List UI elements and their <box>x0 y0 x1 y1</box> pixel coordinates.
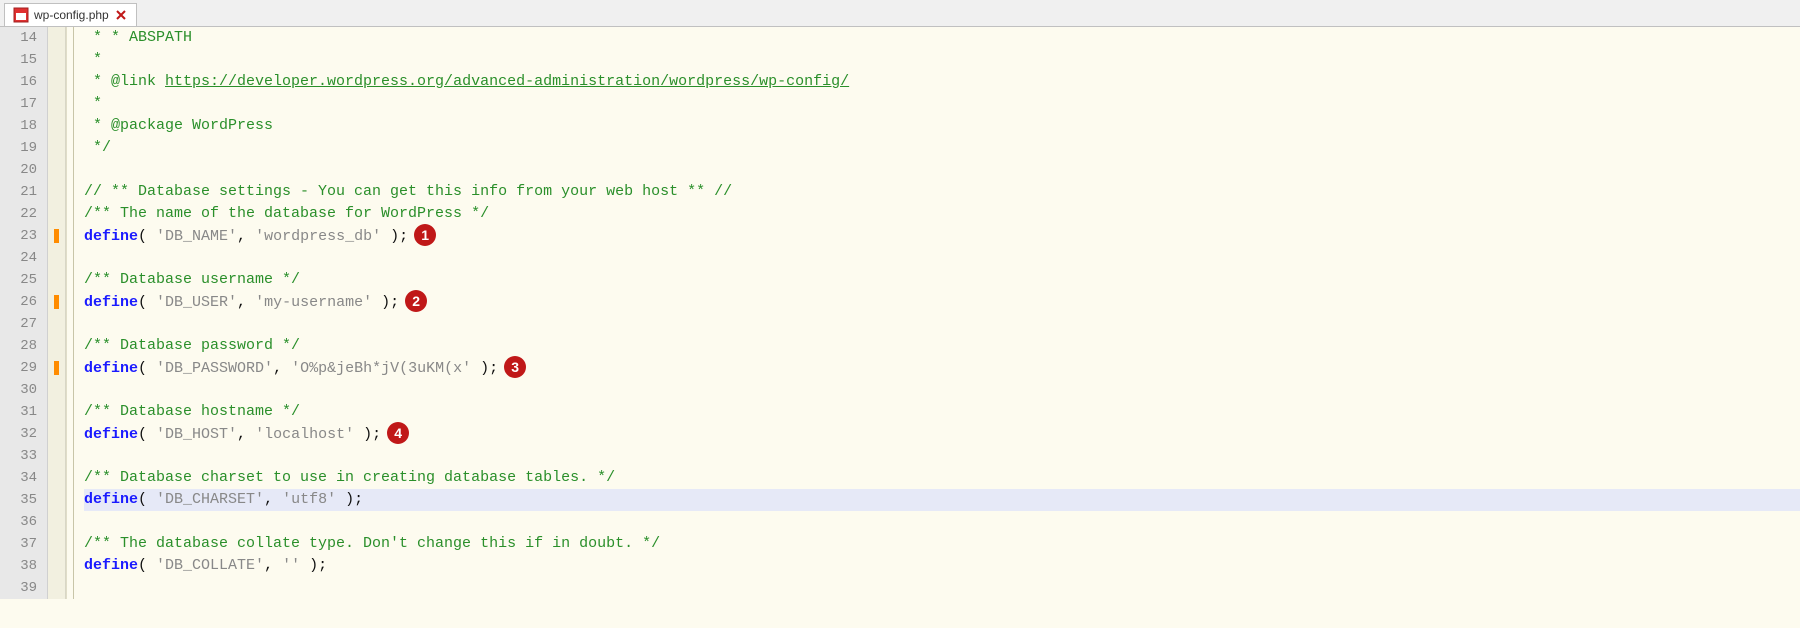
code-text: // ** Database settings - You can get th… <box>84 183 732 200</box>
file-tab[interactable]: wp-config.php <box>4 3 137 26</box>
string: 'utf8' <box>282 491 336 508</box>
file-tab-label: wp-config.php <box>34 8 109 22</box>
code-area[interactable]: * * ABSPATH * * @link https://developer.… <box>80 27 1800 599</box>
code-editor[interactable]: 14 15 16 17 18 19 20 21 22 23 24 25 26 2… <box>0 27 1800 599</box>
line-number: 27 <box>16 313 37 335</box>
string: 'O%p&jeBh*jV(3uKM(x' <box>291 360 471 377</box>
line-number: 17 <box>16 93 37 115</box>
code-text: /** Database password */ <box>84 337 300 354</box>
code-text: * <box>84 51 102 68</box>
code-text: /** Database charset to use in creating … <box>84 469 615 486</box>
annotation-badge: 2 <box>405 290 427 312</box>
keyword: define <box>84 557 138 574</box>
keyword: define <box>84 294 138 311</box>
string: 'localhost' <box>255 426 354 443</box>
line-number: 33 <box>16 445 37 467</box>
keyword: define <box>84 491 138 508</box>
code-text: * <box>84 95 102 112</box>
string: 'wordpress_db' <box>255 228 381 245</box>
line-number: 16 <box>16 71 37 93</box>
string: 'DB_PASSWORD' <box>156 360 273 377</box>
line-number: 30 <box>16 379 37 401</box>
line-number: 35 <box>16 489 37 511</box>
change-marker-gutter <box>48 27 66 599</box>
line-number: 18 <box>16 115 37 137</box>
annotation-badge: 3 <box>504 356 526 378</box>
tab-bar: wp-config.php <box>0 0 1800 27</box>
close-icon[interactable] <box>114 8 128 22</box>
line-number: 26 <box>16 291 37 313</box>
line-number: 29 <box>16 357 37 379</box>
string: 'DB_CHARSET' <box>156 491 264 508</box>
change-marker-icon <box>54 361 59 375</box>
line-number: 22 <box>16 203 37 225</box>
change-marker-icon <box>54 295 59 309</box>
code-text: */ <box>84 139 111 156</box>
code-text: * @link <box>84 73 165 90</box>
line-number: 31 <box>16 401 37 423</box>
keyword: define <box>84 228 138 245</box>
code-text: * @package WordPress <box>84 117 273 134</box>
change-marker-icon <box>54 229 59 243</box>
line-number: 15 <box>16 49 37 71</box>
line-number: 34 <box>16 467 37 489</box>
code-text: /** The database collate type. Don't cha… <box>84 535 660 552</box>
line-number: 21 <box>16 181 37 203</box>
line-number: 19 <box>16 137 37 159</box>
code-text: /** Database hostname */ <box>84 403 300 420</box>
annotation-badge: 4 <box>387 422 409 444</box>
string: 'DB_USER' <box>156 294 237 311</box>
keyword: define <box>84 426 138 443</box>
keyword: define <box>84 360 138 377</box>
line-number: 25 <box>16 269 37 291</box>
line-number: 39 <box>16 577 37 599</box>
code-text: * * ABSPATH <box>84 29 192 46</box>
code-text: /** The name of the database for WordPre… <box>84 205 489 222</box>
line-number: 20 <box>16 159 37 181</box>
line-number: 32 <box>16 423 37 445</box>
doc-link[interactable]: https://developer.wordpress.org/advanced… <box>165 73 849 90</box>
line-number: 14 <box>16 27 37 49</box>
line-number: 28 <box>16 335 37 357</box>
annotation-badge: 1 <box>414 224 436 246</box>
line-number-gutter: 14 15 16 17 18 19 20 21 22 23 24 25 26 2… <box>0 27 48 599</box>
string: '' <box>282 557 300 574</box>
string: 'DB_HOST' <box>156 426 237 443</box>
line-number: 24 <box>16 247 37 269</box>
code-text: /** Database username */ <box>84 271 300 288</box>
string: 'DB_NAME' <box>156 228 237 245</box>
line-number: 36 <box>16 511 37 533</box>
file-modified-icon <box>13 7 29 23</box>
string: 'my-username' <box>255 294 372 311</box>
line-number: 38 <box>16 555 37 577</box>
fold-gutter <box>66 27 80 599</box>
line-number: 23 <box>16 225 37 247</box>
string: 'DB_COLLATE' <box>156 557 264 574</box>
line-number: 37 <box>16 533 37 555</box>
